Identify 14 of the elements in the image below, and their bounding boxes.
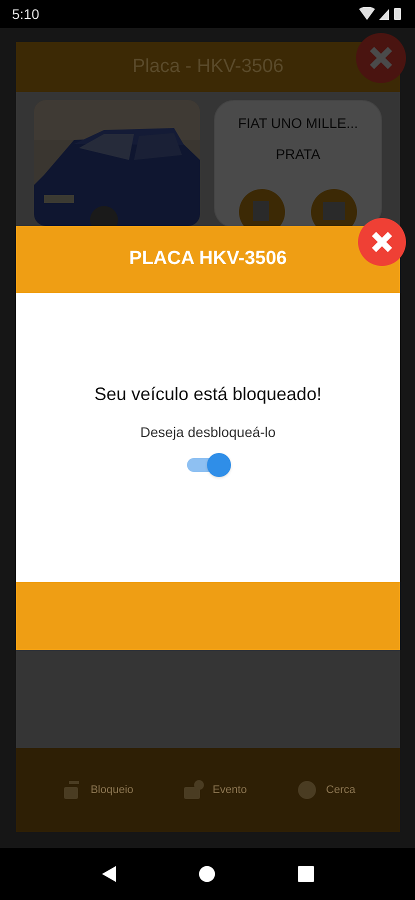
nav-tab[interactable]: Bloqueio [90, 782, 134, 798]
status-time: 5:10 [12, 4, 40, 24]
home-icon[interactable] [198, 865, 216, 883]
nav-tab[interactable]: Cerca [326, 782, 356, 798]
dialog-title: PLACA HKV-3506 [129, 247, 287, 272]
nav-tab[interactable]: Evento [212, 782, 247, 798]
vehicle-color: PRATA [276, 145, 320, 164]
vehicle-model: FIAT UNO MILLE... [238, 114, 358, 133]
recents-icon[interactable] [296, 865, 315, 883]
back-icon[interactable] [100, 865, 118, 883]
close-icon[interactable] [357, 217, 407, 267]
dialog-message: Seu veículo está bloqueado! [94, 383, 322, 406]
status-icons [359, 7, 403, 21]
toggle-label: Deseja desbloqueá-lo [140, 423, 276, 442]
